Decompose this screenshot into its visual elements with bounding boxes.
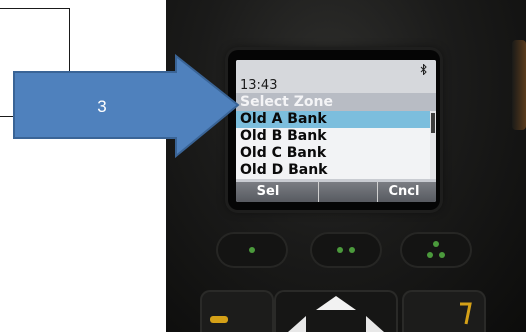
one-dot-icon: [249, 247, 255, 253]
sel-softkey[interactable]: Sel: [236, 182, 300, 202]
zone-item-old-b-bank[interactable]: Old B Bank: [236, 128, 436, 145]
zone-list: Old A Bank Old B Bank Old C Bank Old D B…: [236, 111, 436, 179]
select-zone-title: Select Zone: [236, 93, 436, 111]
callout-number: 3: [97, 97, 107, 116]
three-dot-icon: [427, 252, 433, 258]
two-dot-icon: [349, 247, 355, 253]
up-arrow-icon: [288, 296, 384, 332]
cncl-softkey[interactable]: Cncl: [372, 182, 436, 202]
zone-item-old-a-bank[interactable]: Old A Bank: [236, 111, 436, 128]
call-icon: [210, 316, 228, 323]
nav-button-two-dot[interactable]: [312, 234, 380, 266]
clock: 13:43: [240, 78, 278, 93]
callout-line-top: [0, 8, 70, 9]
zone-list-scrollbar[interactable]: [430, 111, 436, 179]
callout-arrow: [13, 54, 240, 158]
device-screen: 13:43 Select Zone Old A Bank Old B Bank …: [236, 60, 436, 202]
scrollbar-thumb[interactable]: [431, 113, 435, 133]
device-side-edge: [512, 40, 526, 130]
end-key[interactable]: [404, 292, 484, 332]
call-key[interactable]: [202, 292, 272, 332]
dpad-up-key[interactable]: [276, 292, 396, 332]
nav-button-three-dot[interactable]: [402, 234, 470, 266]
softkey-bar: Sel Cncl: [236, 182, 436, 202]
status-bar: 13:43: [236, 60, 436, 93]
zone-item-old-d-bank[interactable]: Old D Bank: [236, 162, 436, 179]
three-dot-icon: [439, 252, 445, 258]
three-dot-icon: [433, 241, 439, 247]
zone-item-old-c-bank[interactable]: Old C Bank: [236, 145, 436, 162]
nav-button-one-dot[interactable]: [218, 234, 286, 266]
bluetooth-icon: [420, 64, 427, 75]
two-dot-icon: [337, 247, 343, 253]
handheld-device: 13:43 Select Zone Old A Bank Old B Bank …: [166, 0, 526, 332]
end-call-icon: [460, 302, 472, 325]
softkey-middle-divider: [318, 182, 378, 202]
